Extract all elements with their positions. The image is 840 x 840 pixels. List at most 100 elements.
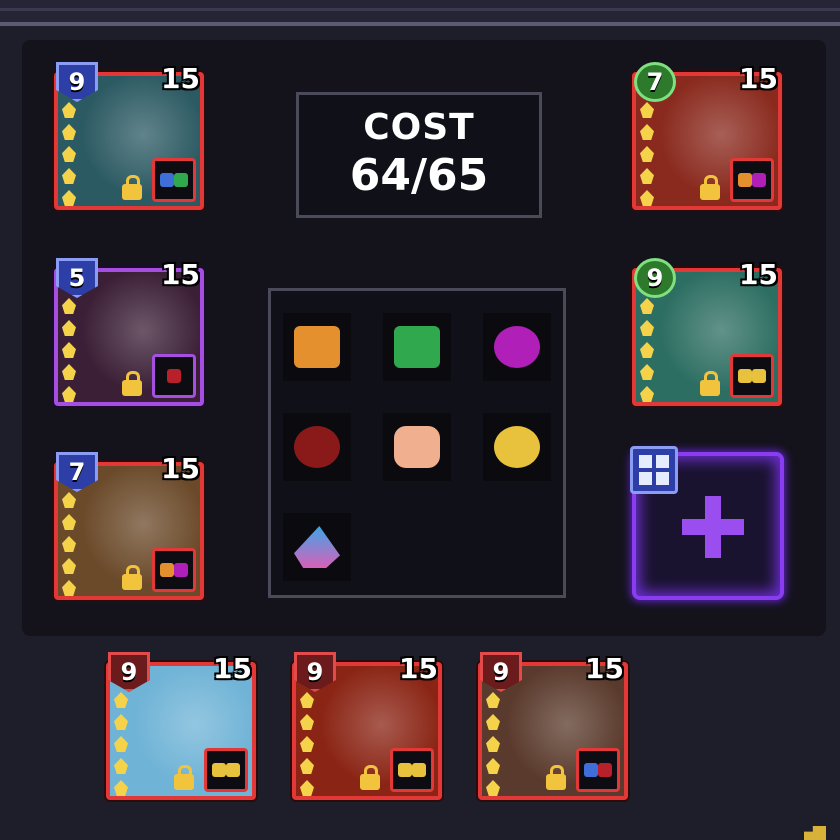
star-rank <box>114 692 136 796</box>
yellow-mask-icon[interactable] <box>483 413 551 481</box>
star-icon <box>640 320 654 336</box>
star-icon <box>62 124 76 140</box>
synergy-grid <box>268 288 566 598</box>
star-rank <box>300 692 322 796</box>
purple-gear-icon[interactable] <box>483 313 551 381</box>
star-icon <box>62 168 76 184</box>
synergy-mini-icon <box>174 563 188 577</box>
synergy-mini-icon <box>174 173 188 187</box>
star-icon <box>300 714 314 730</box>
star-icon <box>62 342 76 358</box>
synergy-mini-icon <box>738 173 752 187</box>
hero-cost: 15 <box>213 652 252 685</box>
synergy-mini-icon <box>226 763 240 777</box>
top-bar <box>0 0 840 26</box>
star-rank <box>62 102 84 206</box>
star-icon <box>62 364 76 380</box>
synergy-mini-icon <box>584 763 598 777</box>
synergy-mini-icon <box>412 763 426 777</box>
star-icon <box>114 736 128 752</box>
plus-icon <box>682 496 744 558</box>
hero-card-left-1[interactable]: 9 15 <box>54 62 204 210</box>
star-rank <box>486 692 508 796</box>
star-rank <box>62 298 84 402</box>
star-icon <box>640 298 654 314</box>
peach-face-icon[interactable] <box>383 413 451 481</box>
blue-flame-icon[interactable] <box>283 513 351 581</box>
hero-card-bottom-3[interactable]: 9 15 <box>478 652 628 800</box>
hero-cost: 15 <box>161 62 200 95</box>
star-icon <box>640 168 654 184</box>
hero-card-left-2[interactable]: 5 15 <box>54 258 204 406</box>
green-slime-icon[interactable] <box>383 313 451 381</box>
star-icon <box>640 190 654 206</box>
lock-icon <box>700 175 720 200</box>
synergy-mini-icon <box>212 763 226 777</box>
synergy-mini-icon <box>160 563 174 577</box>
star-icon <box>114 692 128 708</box>
hero-synergy-badge <box>730 158 774 202</box>
star-icon <box>62 320 76 336</box>
hero-cost: 15 <box>161 258 200 291</box>
cost-box: COST 64/65 <box>296 92 542 218</box>
hero-cost: 15 <box>585 652 624 685</box>
hero-card-right-1[interactable]: 7 15 <box>632 62 782 210</box>
hero-cost: 15 <box>739 62 778 95</box>
star-icon <box>62 190 76 206</box>
star-icon <box>114 714 128 730</box>
star-icon <box>62 536 76 552</box>
star-icon <box>62 386 76 402</box>
star-icon <box>62 492 76 508</box>
lock-icon <box>122 371 142 396</box>
lock-icon <box>122 565 142 590</box>
star-icon <box>640 146 654 162</box>
orange-shield-icon[interactable] <box>283 313 351 381</box>
star-icon <box>62 102 76 118</box>
star-icon <box>486 736 500 752</box>
hero-card-left-3[interactable]: 7 15 <box>54 452 204 600</box>
star-icon <box>114 758 128 774</box>
star-icon <box>62 558 76 574</box>
hero-synergy-badge <box>152 158 196 202</box>
hero-synergy-badge <box>204 748 248 792</box>
synergy-mini-icon <box>167 369 181 383</box>
star-icon <box>62 146 76 162</box>
hero-level-badge: 9 <box>634 258 676 298</box>
hero-cost: 15 <box>739 258 778 291</box>
lock-icon <box>174 765 194 790</box>
star-rank <box>640 298 662 402</box>
hero-synergy-badge <box>152 354 196 398</box>
star-icon <box>486 758 500 774</box>
star-icon <box>486 692 500 708</box>
lock-icon <box>546 765 566 790</box>
hero-cost: 15 <box>399 652 438 685</box>
star-icon <box>300 736 314 752</box>
synergy-mini-icon <box>598 763 612 777</box>
star-icon <box>486 714 500 730</box>
hero-card-bottom-2[interactable]: 9 15 <box>292 652 442 800</box>
star-rank <box>62 492 84 596</box>
star-icon <box>640 102 654 118</box>
star-icon <box>114 780 128 796</box>
lock-icon <box>122 175 142 200</box>
star-icon <box>300 758 314 774</box>
cost-value: 64/65 <box>349 150 489 201</box>
synergy-mini-icon <box>160 173 174 187</box>
formation-grid-icon <box>630 446 678 494</box>
star-icon <box>62 580 76 596</box>
hero-card-bottom-1[interactable]: 9 15 <box>106 652 256 800</box>
star-icon <box>486 780 500 796</box>
star-icon <box>640 342 654 358</box>
cost-label: COST <box>363 107 475 148</box>
synergy-mini-icon <box>752 173 766 187</box>
hero-synergy-badge <box>576 748 620 792</box>
hero-level-badge: 7 <box>634 62 676 102</box>
red-claw-icon[interactable] <box>283 413 351 481</box>
synergy-mini-icon <box>752 369 766 383</box>
star-icon <box>640 124 654 140</box>
hero-card-right-2[interactable]: 9 15 <box>632 258 782 406</box>
star-icon <box>640 386 654 402</box>
lock-icon <box>700 371 720 396</box>
star-icon <box>62 298 76 314</box>
hero-synergy-badge <box>730 354 774 398</box>
